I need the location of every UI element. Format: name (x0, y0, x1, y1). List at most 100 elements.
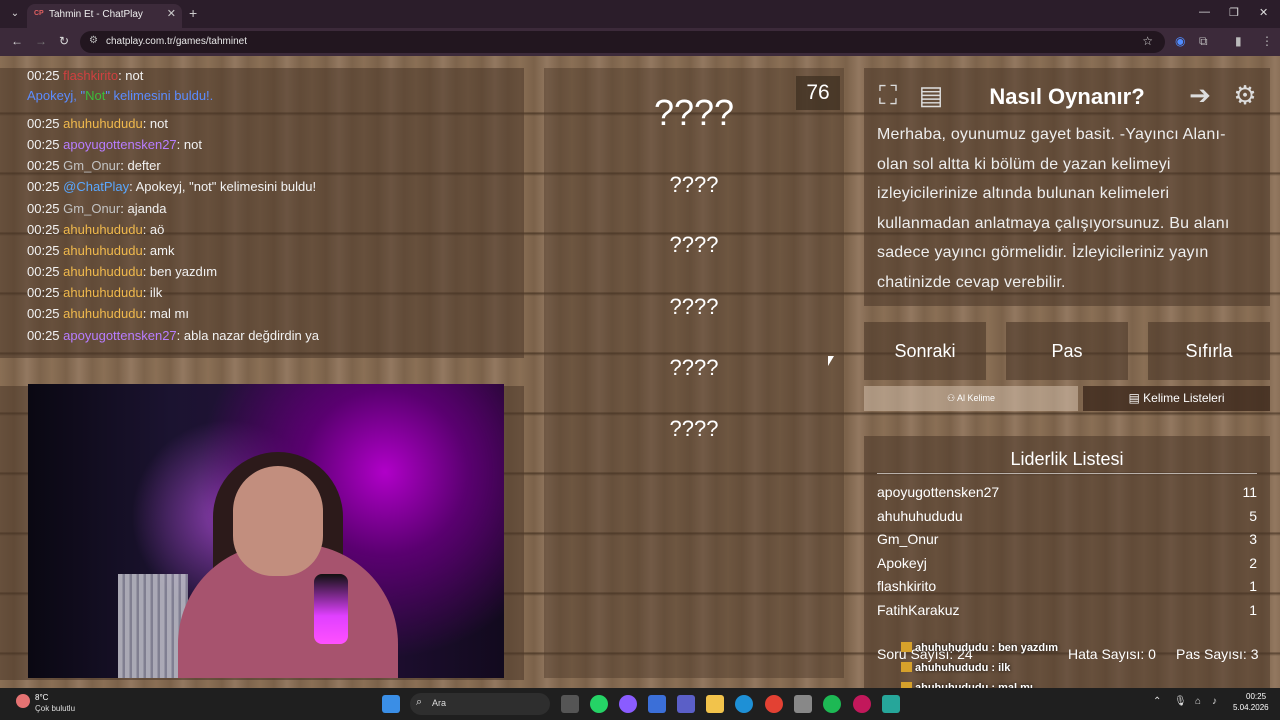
start-windows-icon[interactable] (382, 695, 400, 713)
chat-username[interactable]: ahuhuhududu (63, 243, 143, 258)
reload-icon[interactable]: ↻ (59, 34, 69, 48)
browser-tab-bar: ⌄ CP Tahmin Et - ChatPlay ✕ + — ❐ ✕ (0, 0, 1280, 28)
overlay-username: ahuhuhududu (915, 662, 989, 674)
exit-icon[interactable]: ➔ (1183, 78, 1217, 112)
tray-chevron-icon[interactable]: ⌃ (1153, 696, 1161, 707)
word-lists-button[interactable]: ▤ Kelime Listeleri (1083, 386, 1270, 411)
maximize-icon[interactable]: ❐ (1229, 6, 1239, 19)
store-icon[interactable] (794, 695, 812, 713)
chat-system-line: Apokeyj, "Not" kelimesini buldu!. (27, 88, 214, 103)
chat-username[interactable]: @ChatPlay (63, 179, 129, 194)
player-score: 5 (1249, 507, 1257, 524)
chat-time: 00:25 (27, 116, 60, 131)
player-name: flashkirito (877, 578, 937, 595)
close-tab-icon[interactable]: ✕ (167, 7, 176, 20)
close-window-icon[interactable]: ✕ (1259, 6, 1268, 19)
profile-avatar-icon[interactable]: ▮ (1235, 34, 1242, 48)
chat-username[interactable]: ahuhuhududu (63, 285, 143, 300)
chat-username[interactable]: ahuhuhududu (63, 222, 143, 237)
bookmark-star-icon[interactable]: ☆ (1142, 34, 1153, 48)
network-icon[interactable]: ⌂ (1195, 696, 1201, 707)
next-button[interactable]: Sonraki (864, 322, 986, 380)
overlay-text: : ilk (988, 662, 1011, 674)
chat-badge-icon (901, 662, 912, 672)
overlay-text: : ben yazdım (988, 642, 1058, 654)
tab-title: Tahmin Et - ChatPlay (49, 9, 143, 20)
clock-date[interactable]: 5.04.2026 (1233, 703, 1269, 712)
forward-arrow-icon[interactable]: → (35, 34, 47, 48)
tab-search-icon[interactable]: ⌄ (6, 5, 24, 23)
forbidden-word: ???? (669, 232, 719, 257)
chat-time: 00:25 (27, 201, 60, 216)
chat-message: 00:25 Gm_Onur: ajanda (27, 201, 167, 216)
settings-gear-icon[interactable]: ⚙ (1228, 78, 1262, 112)
player-name: Apokeyj (877, 554, 927, 571)
spotify-icon[interactable] (823, 695, 841, 713)
browser-tab[interactable]: CP Tahmin Et - ChatPlay ✕ (27, 4, 182, 28)
extensions-puzzle-icon[interactable]: ⧉ (1199, 34, 1208, 49)
player-score: 3 (1249, 531, 1257, 548)
forbidden-word: ???? (669, 416, 719, 441)
weather-desc: Çok bulutlu (35, 704, 76, 713)
chat-time: 00:25 (27, 328, 60, 343)
url-field[interactable]: ⚙ chatplay.com.tr/games/tahminet ☆ (80, 31, 1165, 53)
rgb-lamp (314, 574, 348, 644)
chat-message: 00:25 Gm_Onur: defter (27, 158, 161, 173)
volume-icon[interactable]: ♪ (1212, 696, 1217, 707)
overlay-chat-message: ahuhuhududu : ben yazdım (901, 642, 1261, 654)
forbidden-word: ???? (669, 172, 719, 197)
task-view-icon[interactable] (561, 695, 579, 713)
browser-menu-icon[interactable]: ⋮ (1261, 34, 1273, 48)
chat-text: : aö (142, 222, 165, 237)
search-label: Ara (432, 698, 447, 708)
chat-username[interactable]: Gm_Onur (63, 201, 120, 216)
chat-time: 00:25 (27, 222, 60, 237)
new-tab-icon[interactable]: + (189, 5, 197, 21)
address-bar: ← → ↻ ⚙ chatplay.com.tr/games/tahminet ☆… (0, 28, 1280, 56)
teams-icon[interactable] (677, 695, 695, 713)
file-explorer-icon[interactable] (706, 695, 724, 713)
reset-button[interactable]: Sıfırla (1148, 322, 1270, 380)
chat-message: 00:25 ahuhuhududu: amk (27, 243, 175, 258)
tab-favicon: CP (34, 10, 44, 17)
edge-icon[interactable] (735, 695, 753, 713)
chat-username[interactable]: apoyugottensken27 (63, 328, 176, 343)
overlay-username: ahuhuhududu (915, 642, 989, 654)
copilot-icon[interactable] (648, 695, 666, 713)
weather-icon[interactable] (16, 694, 30, 708)
microphone-icon[interactable]: 🎙 (1174, 696, 1187, 707)
taskbar-search[interactable]: ⌕ Ara (410, 693, 550, 715)
chat-time: 00:25 (27, 179, 60, 194)
chat-text: : abla nazar değdirdin ya (176, 328, 320, 343)
app-icon-2[interactable] (853, 695, 871, 713)
chat-text: : defter (120, 158, 161, 173)
app-icon-3[interactable] (882, 695, 900, 713)
chat-username[interactable]: ahuhuhududu (63, 264, 143, 279)
divider (877, 473, 1257, 474)
chat-time: 00:25 (27, 158, 60, 173)
chat-username[interactable]: apoyugottensken27 (63, 137, 176, 152)
chat-time: 00:25 (27, 306, 60, 321)
chat-message: 00:25 apoyugottensken27: abla nazar değd… (27, 328, 319, 343)
site-info-icon[interactable]: ⚙ (89, 35, 98, 46)
chat-username[interactable]: Gm_Onur (63, 158, 120, 173)
ai-word-button[interactable]: ⚇ Al Kelime (864, 386, 1078, 411)
game-page: 00:25 flashkirito : not Apokeyj, "Not" ke… (0, 56, 1280, 688)
player-name: Gm_Onur (877, 531, 939, 548)
clock-time[interactable]: 00:25 (1246, 692, 1266, 701)
chat-username[interactable]: ahuhuhududu (63, 306, 143, 321)
chat-message: 00:25 ahuhuhududu: ben yazdım (27, 264, 217, 279)
chrome-icon[interactable] (765, 695, 783, 713)
chat-text: : not (176, 137, 202, 152)
extension-icon[interactable]: ◉ (1175, 34, 1185, 48)
chat-username[interactable]: ahuhuhududu (63, 116, 143, 131)
app-icon[interactable] (619, 695, 637, 713)
pass-button[interactable]: Pas (1006, 322, 1128, 380)
player-score: 1 (1249, 602, 1257, 618)
whatsapp-icon[interactable] (590, 695, 608, 713)
back-arrow-icon[interactable]: ← (11, 34, 23, 48)
chat-text: : not (142, 116, 168, 131)
ai-word-label: Al Kelime (957, 393, 996, 403)
player-name: apoyugottensken27 (877, 484, 1000, 500)
minimize-icon[interactable]: — (1199, 6, 1210, 18)
